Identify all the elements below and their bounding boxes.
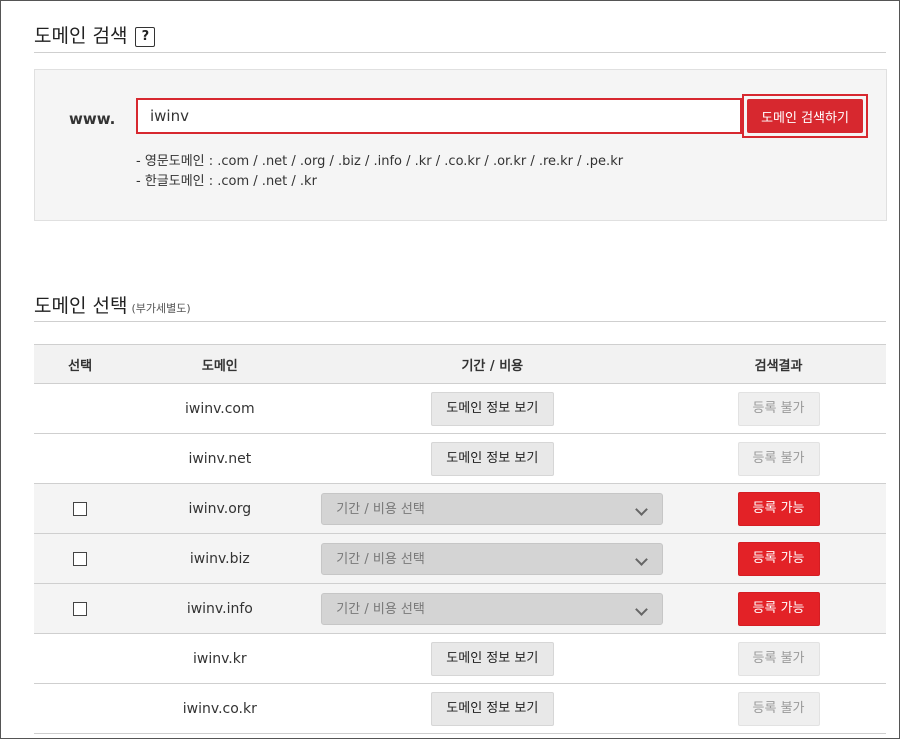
select-checkbox[interactable] xyxy=(73,501,88,516)
domain-result-table: 선택 도메인 기간 / 비용 검색결과 iwinv.com 도메인 정보 보기 … xyxy=(34,344,886,734)
status-available[interactable]: 등록 가능 xyxy=(737,491,820,526)
domain-name: iwinv.co.kr xyxy=(126,683,314,734)
domain-name: iwinv.biz xyxy=(126,533,314,584)
www-prefix: www. xyxy=(69,110,116,128)
select-cell xyxy=(34,383,127,434)
select-checkbox[interactable] xyxy=(73,551,88,566)
domain-search-input[interactable] xyxy=(136,98,742,134)
header-select: 선택 xyxy=(34,344,127,384)
header-period-cost: 기간 / 비용 xyxy=(313,344,672,384)
period-cost-select[interactable]: 기간 / 비용 선택 xyxy=(321,542,664,575)
domain-name: iwinv.net xyxy=(126,433,314,484)
domain-name: iwinv.info xyxy=(126,583,314,634)
search-title-divider xyxy=(34,52,886,53)
table-row: iwinv.info 기간 / 비용 선택 등록 가능 xyxy=(34,583,886,634)
domain-name: iwinv.kr xyxy=(126,633,314,684)
status-available[interactable]: 등록 가능 xyxy=(737,541,820,576)
status-unavailable: 등록 불가 xyxy=(737,391,820,426)
select-cell xyxy=(34,633,127,684)
status-unavailable: 등록 불가 xyxy=(737,441,820,476)
table-row: iwinv.kr 도메인 정보 보기 등록 불가 xyxy=(34,633,886,684)
search-section-title: 도메인 검색? xyxy=(34,21,156,48)
table-row: iwinv.net 도메인 정보 보기 등록 불가 xyxy=(34,433,886,484)
domain-info-button[interactable]: 도메인 정보 보기 xyxy=(430,391,554,426)
domain-info-button[interactable]: 도메인 정보 보기 xyxy=(430,641,554,676)
vat-note: (부가세별도) xyxy=(131,302,191,315)
domain-name: iwinv.org xyxy=(126,483,314,534)
domain-search-panel: www. 도메인 검색하기 - 영문도메인 : .com / .net / .o… xyxy=(34,69,887,221)
help-icon[interactable]: ? xyxy=(135,27,156,47)
select-cell xyxy=(34,683,127,734)
period-cost-select[interactable]: 기간 / 비용 선택 xyxy=(321,592,664,625)
search-button-highlight: 도메인 검색하기 xyxy=(742,94,868,138)
period-cost-select[interactable]: 기간 / 비용 선택 xyxy=(321,492,664,525)
table-row: iwinv.com 도메인 정보 보기 등록 불가 xyxy=(34,383,886,434)
header-search-result: 검색결과 xyxy=(671,344,886,384)
tld-list-english: - 영문도메인 : .com / .net / .org / .biz / .i… xyxy=(136,154,624,169)
table-row: iwinv.co.kr 도메인 정보 보기 등록 불가 xyxy=(34,683,886,734)
select-title-divider xyxy=(34,321,886,322)
table-row: iwinv.org 기간 / 비용 선택 등록 가능 xyxy=(34,483,886,534)
select-cell xyxy=(34,433,127,484)
table-header-row: 선택 도메인 기간 / 비용 검색결과 xyxy=(34,344,886,384)
status-unavailable: 등록 불가 xyxy=(737,691,820,726)
domain-info-button[interactable]: 도메인 정보 보기 xyxy=(430,441,554,476)
select-checkbox[interactable] xyxy=(73,601,88,616)
chevron-down-icon xyxy=(635,602,649,616)
header-domain: 도메인 xyxy=(126,344,314,384)
status-available[interactable]: 등록 가능 xyxy=(737,591,820,626)
domain-info-button[interactable]: 도메인 정보 보기 xyxy=(430,691,554,726)
domain-search-button[interactable]: 도메인 검색하기 xyxy=(747,99,863,133)
table-row: iwinv.biz 기간 / 비용 선택 등록 가능 xyxy=(34,533,886,584)
status-unavailable: 등록 불가 xyxy=(737,641,820,676)
chevron-down-icon xyxy=(635,552,649,566)
select-section-title: 도메인 선택 (부가세별도) xyxy=(34,295,191,317)
chevron-down-icon xyxy=(635,502,649,516)
tld-list-korean: - 한글도메인 : .com / .net / .kr xyxy=(136,174,317,189)
domain-name: iwinv.com xyxy=(126,383,314,434)
